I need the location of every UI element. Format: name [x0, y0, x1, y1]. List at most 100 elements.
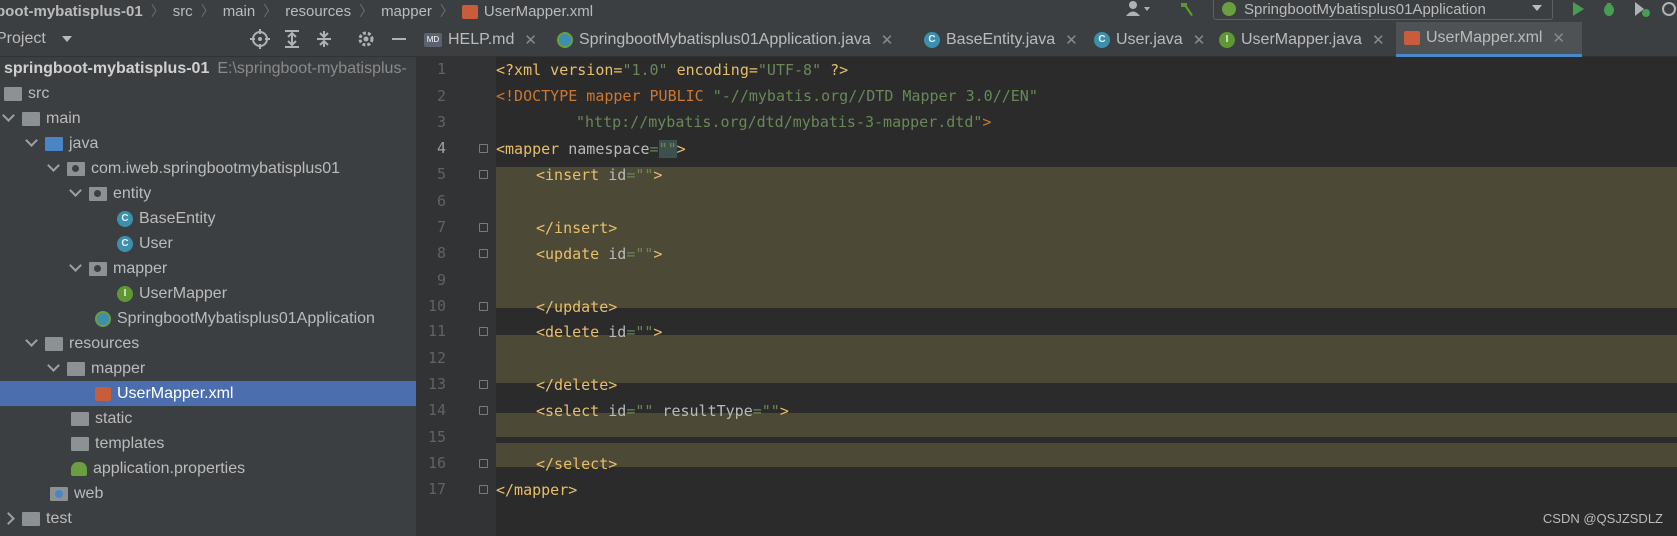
fold-marker-icon[interactable]	[479, 170, 488, 179]
close-icon[interactable]: ✕	[1193, 31, 1206, 49]
tree-item-mapper-package[interactable]: mapper	[0, 256, 416, 281]
tree-item-baseentity[interactable]: C BaseEntity	[0, 206, 416, 231]
tree-item-static[interactable]: static	[0, 406, 416, 431]
chevron-down-icon[interactable]	[69, 262, 81, 276]
code-line-10: </update>	[496, 293, 617, 320]
chevron-down-icon[interactable]	[47, 162, 59, 176]
breadcrumb-main[interactable]: main	[223, 3, 262, 20]
xml-file-icon	[95, 386, 111, 401]
fold-marker-icon[interactable]	[479, 249, 488, 258]
run-icon[interactable]	[1570, 0, 1586, 22]
close-icon[interactable]: ✕	[1552, 29, 1565, 47]
tree-item-user[interactable]: C User	[0, 231, 416, 256]
tree-item-java[interactable]: java	[0, 131, 416, 156]
chevron-down-icon[interactable]	[25, 137, 37, 151]
tab-baseentity-java[interactable]: C BaseEntity.java ✕	[916, 22, 1078, 57]
tree-item-label: java	[69, 134, 99, 152]
code-token: >	[779, 401, 789, 420]
profile-icon[interactable]	[1660, 0, 1677, 22]
line-number: 5	[436, 165, 446, 183]
code-editor[interactable]: 1 2 3 4 5 6 7 8 9 10 11 12 13 14 15 16 1…	[416, 57, 1677, 536]
navigation-bar: boot-mybatisplus-01 〉 src 〉 main 〉 resource…	[0, 0, 1677, 22]
hide-panel-icon[interactable]	[391, 29, 407, 54]
chevron-down-icon[interactable]	[69, 187, 81, 201]
code-token: <mapper	[496, 139, 569, 158]
tree-item-templates[interactable]: templates	[0, 431, 416, 456]
run-configuration-select[interactable]: SpringbootMybatisplus01Application	[1213, 0, 1553, 20]
code-token: >	[653, 165, 663, 184]
tab-application-java[interactable]: SpringbootMybatisplus01Application.java …	[549, 22, 893, 57]
tree-item-usermapper[interactable]: I UserMapper	[0, 281, 416, 306]
fold-marker-icon[interactable]	[479, 223, 488, 232]
tab-help-md[interactable]: MD HELP.md ✕	[416, 22, 537, 57]
tree-item-label: User	[139, 234, 173, 252]
expand-all-icon[interactable]	[283, 29, 301, 54]
tab-usermapper-xml[interactable]: UserMapper.xml ✕	[1396, 22, 1582, 57]
tree-item-label: test	[46, 509, 72, 527]
tree-item-resources[interactable]: resources	[0, 331, 416, 356]
code-token: </select>	[536, 454, 618, 473]
tree-item-label: SpringbootMybatisplus01Application	[117, 309, 375, 327]
tree-item-label: templates	[95, 434, 165, 452]
breadcrumb-resources[interactable]: resources	[285, 3, 357, 20]
chevron-down-icon[interactable]	[47, 362, 59, 376]
code-line-16: </select>	[496, 450, 617, 477]
tab-label: HELP.md	[448, 30, 515, 48]
breadcrumb-separator: 〉	[150, 3, 165, 19]
tree-item-usermapper-xml[interactable]: UserMapper.xml	[0, 381, 416, 406]
line-number: 17	[427, 480, 446, 498]
build-hammer-icon[interactable]	[1178, 0, 1196, 22]
tree-item-label: mapper	[113, 259, 168, 277]
breadcrumb-separator: 〉	[200, 3, 215, 19]
project-path: E:\springboot-mybatisplus-	[217, 59, 407, 77]
fold-marker-icon[interactable]	[479, 380, 488, 389]
fold-marker-icon[interactable]	[479, 485, 488, 494]
tab-user-java[interactable]: C User.java ✕	[1086, 22, 1205, 57]
tree-item-package[interactable]: com.iweb.springbootmybatisplus01	[0, 156, 416, 181]
breadcrumb-project[interactable]: boot-mybatisplus-01	[0, 3, 149, 20]
close-icon[interactable]: ✕	[524, 31, 537, 49]
fold-marker-icon[interactable]	[479, 327, 488, 336]
fold-marker-icon[interactable]	[479, 406, 488, 415]
code-token: =	[626, 244, 636, 263]
close-icon[interactable]: ✕	[1065, 31, 1078, 49]
chevron-down-icon[interactable]	[61, 36, 72, 42]
debug-icon[interactable]	[1600, 0, 1618, 22]
tree-item-entity[interactable]: entity	[0, 181, 416, 206]
tree-item-src[interactable]: src	[0, 81, 416, 106]
locate-target-icon[interactable]	[250, 29, 270, 54]
spring-boot-app-icon	[557, 31, 573, 48]
user-account-icon[interactable]	[1125, 0, 1153, 22]
gear-icon[interactable]	[357, 29, 375, 54]
tree-item-test[interactable]: test	[0, 506, 416, 531]
code-token: </mapper>	[496, 480, 578, 499]
breadcrumb-mapper[interactable]: mapper	[381, 3, 438, 20]
breadcrumb-src[interactable]: src	[173, 3, 199, 20]
tree-item-project-root[interactable]: springboot-mybatisplus-01 E:\springboot-…	[0, 56, 416, 81]
tab-label: SpringbootMybatisplus01Application.java	[579, 30, 871, 48]
fold-marker-icon[interactable]	[479, 459, 488, 468]
code-token: >	[653, 244, 663, 263]
coverage-icon[interactable]	[1632, 0, 1652, 22]
tab-usermapper-java[interactable]: I UserMapper.java ✕	[1211, 22, 1385, 57]
code-token: <delete	[536, 322, 609, 341]
tree-item-application[interactable]: SpringbootMybatisplus01Application	[0, 306, 416, 331]
breadcrumb-file[interactable]: UserMapper.xml	[484, 3, 599, 20]
chevron-down-icon[interactable]	[2, 112, 14, 126]
tree-item-application-properties[interactable]: application.properties	[0, 456, 416, 481]
close-icon[interactable]: ✕	[1372, 31, 1385, 49]
project-panel-title[interactable]: Project	[0, 30, 46, 48]
line-number: 1	[436, 60, 446, 78]
close-icon[interactable]: ✕	[881, 31, 894, 49]
code-line-14: <select id = "" resultType = "" >	[496, 397, 789, 424]
fold-marker-icon[interactable]	[479, 144, 488, 153]
fold-marker-icon[interactable]	[479, 302, 488, 311]
collapse-all-icon[interactable]	[315, 29, 333, 54]
code-token: resultType	[653, 401, 753, 420]
tree-item-main[interactable]: main	[0, 106, 416, 131]
chevron-down-icon[interactable]	[25, 337, 37, 351]
line-number: 12	[427, 349, 446, 367]
tree-item-mapper-folder[interactable]: mapper	[0, 356, 416, 381]
chevron-right-icon[interactable]	[2, 512, 14, 526]
tree-item-web[interactable]: web	[0, 481, 416, 506]
